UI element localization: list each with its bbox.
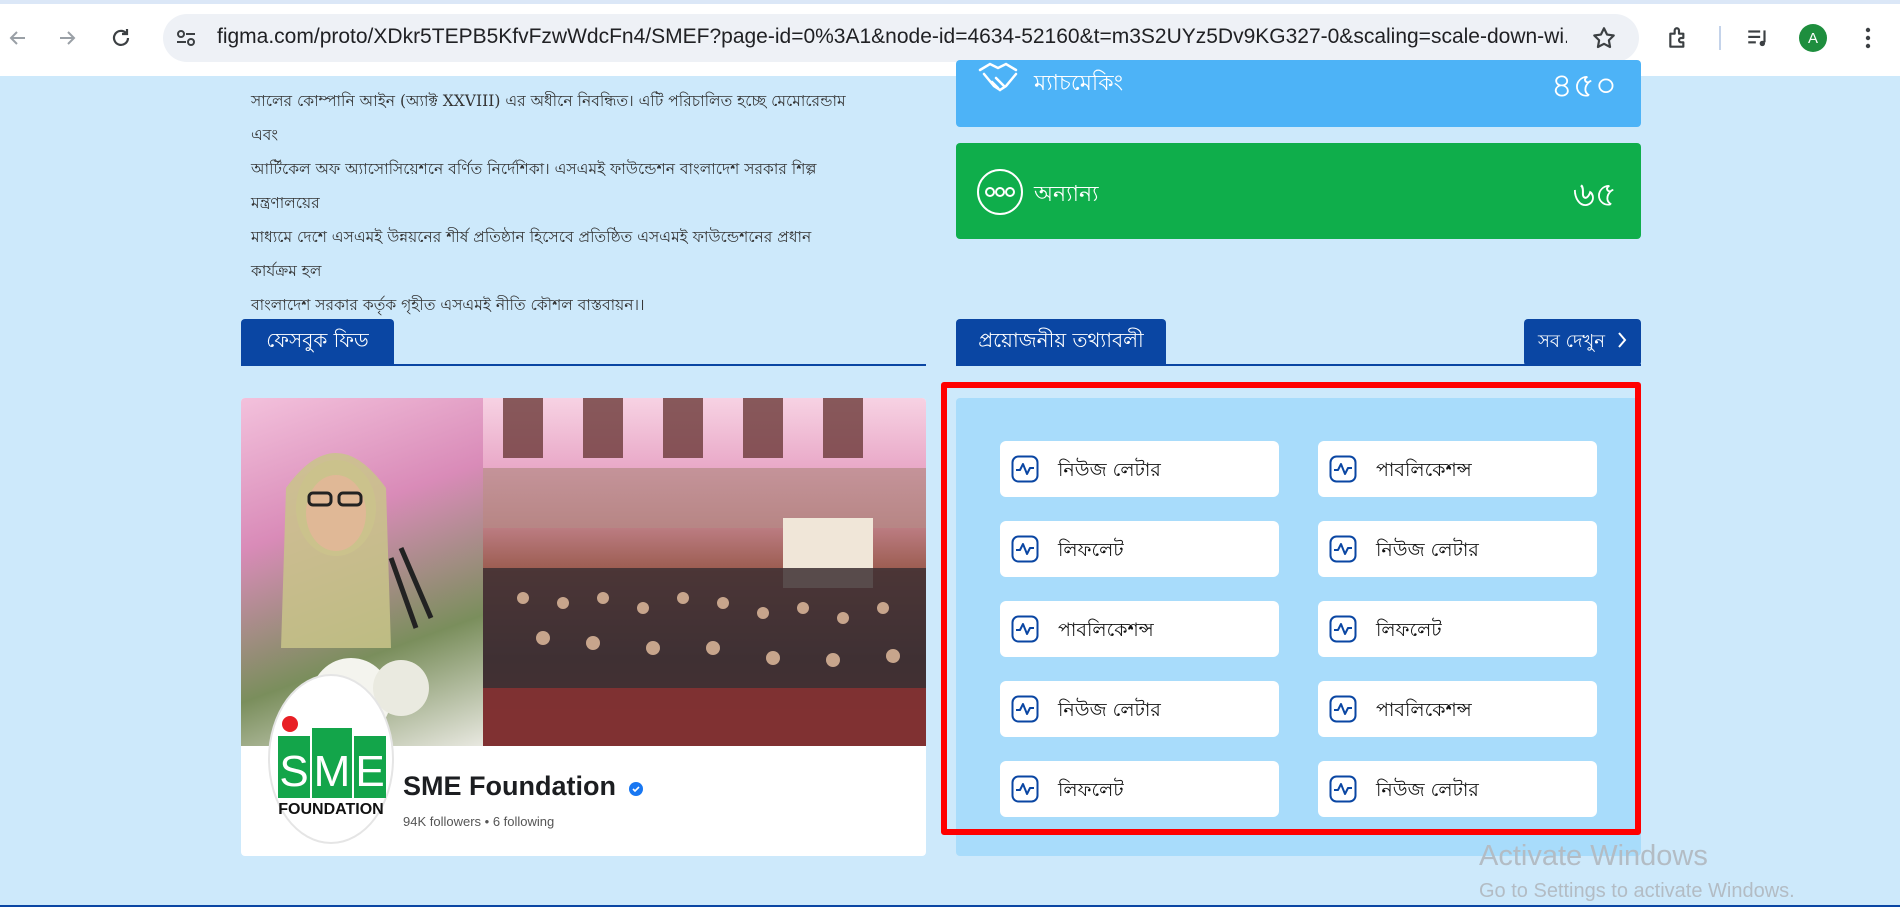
profile-avatar[interactable]: A [1799,24,1827,52]
logo-letter-e: E [355,747,384,796]
facebook-page-meta: 94K followers • 6 following [403,814,555,829]
cover-photo-audience [483,398,926,746]
about-line: সালের কোম্পানি আইন (অ্যাক্ট XXVIII) এর অ… [251,92,846,144]
facebook-page-name[interactable]: SME Foundation [403,771,644,803]
about-text: সালের কোম্পানি আইন (অ্যাক্ট XXVIII) এর অ… [251,84,861,322]
logo-foundation-text: FOUNDATION [278,801,383,818]
activate-windows-title: Activate Windows [1479,840,1708,872]
logo-letter-m: M [314,747,351,796]
see-all-label: সব দেখুন [1538,331,1605,352]
about-line: মাধ্যমে দেশে এসএমই উন্নয়নের শীর্ষ প্রতি… [251,228,812,280]
toolbar-separator [1719,26,1721,50]
tab-strip-edge [0,0,1900,4]
extensions-icon[interactable] [1661,20,1697,56]
more-menu-icon[interactable] [1850,20,1886,56]
stat-value: ৪৫০ [1550,66,1617,106]
see-all-button[interactable]: সব দেখুন [1524,319,1641,366]
stat-label: অন্যান্য [1034,182,1099,207]
stat-label: ম্যাচমেকিং [1034,71,1124,96]
media-control-icon[interactable] [1740,20,1776,56]
page-name-text: SME Foundation [403,771,616,801]
back-arrow-icon[interactable] [0,20,36,56]
facebook-feed-title: ফেসবুক ফিড [241,319,394,366]
chevron-right-icon [1617,331,1627,354]
about-line: আর্টিকেল অফ অ্যাসোসিয়েশনে বর্ণিত নির্দে… [251,160,817,212]
facebook-feed-card[interactable]: S M E FOUNDATION SME Foundation 94K foll… [241,398,926,856]
stat-value: ৬৫ [1572,175,1617,215]
forward-arrow-icon[interactable] [49,20,85,56]
handshake-icon [976,60,1024,108]
verified-badge-icon [629,772,644,803]
reload-icon[interactable] [103,20,139,56]
stat-card-others[interactable]: অন্যান্য ৬৫ [956,143,1641,239]
stat-card-matchmaking[interactable]: ম্যাচমেকিং ৪৫০ [956,60,1641,127]
bookmark-star-icon[interactable] [1586,20,1622,56]
logo-letter-s: S [279,747,308,796]
info-section-title: প্রয়োজনীয় তথ্যাবলী [956,319,1166,366]
about-line: বাংলাদেশ সরকার কর্তৃক গৃহীত এসএমই নীতি ক… [251,296,645,314]
activate-windows-hint: Go to Settings to activate Windows. [1479,880,1795,902]
sme-foundation-logo: S M E FOUNDATION [268,674,394,844]
more-dots-icon [976,168,1024,220]
site-settings-icon[interactable] [168,20,204,56]
section-divider [241,364,926,366]
url-text[interactable]: figma.com/proto/XDkr5TEPB5KfvFzwWdcFn4/S… [217,25,1567,49]
highlight-box [941,382,1641,835]
